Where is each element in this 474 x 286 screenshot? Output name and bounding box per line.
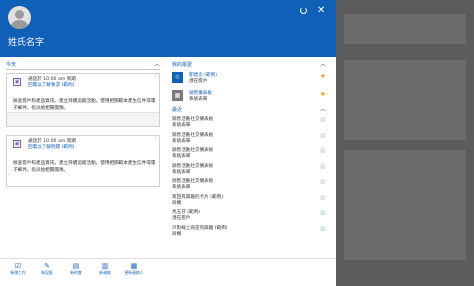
toolbar-label: 新連絡 — [99, 270, 111, 275]
update-contact-icon: ▦ — [130, 262, 138, 270]
recent-item-type: 系統表單 — [172, 185, 191, 190]
side-panel: 姓氏名字 ✕ 今天 ︿ ▣ 通話於 10:00 am 到期 回電以了解要求 (範… — [0, 0, 336, 286]
card-footer — [7, 112, 159, 126]
recent-item[interactable]: 只對線上商店有興趣 (範例) 商機 ☆ — [172, 225, 328, 241]
new-record-button[interactable]: ✎ 新記錄 — [35, 262, 59, 275]
close-icon[interactable]: ✕ — [317, 6, 325, 16]
toolbar-label: 更新連絡人 — [124, 270, 144, 275]
lead-icon: ♲ — [172, 72, 183, 83]
task-icon: ☑ — [14, 262, 22, 270]
calendar-icon: ▣ — [13, 140, 21, 148]
recent-item[interactable]: 寄回有興趣的卡片 (範例) 商機 ☆ — [172, 194, 328, 210]
new-appointment-button[interactable]: ▤ 新約會 — [64, 262, 88, 275]
card-subtitle-link[interactable]: 回電以了解問題 (範例) — [28, 144, 74, 150]
chevron-up-icon[interactable]: ︿ — [154, 61, 160, 69]
recent-item[interactable]: 銷售活動社交儀表板 系統表單 ☆ — [172, 132, 328, 148]
star-outline-icon[interactable]: ☆ — [320, 148, 326, 155]
toolbar-label: 新記錄 — [41, 270, 53, 275]
contact-icon: ▥ — [101, 262, 109, 270]
recent-item[interactable]: 銷售活動社交儀表板 系統表單 ☆ — [172, 147, 328, 163]
chevron-up-icon[interactable]: ︿ — [320, 61, 326, 69]
recent-item-type: 系統表單 — [172, 154, 191, 159]
toolbar-label: 新增工作 — [10, 270, 26, 275]
user-name: 姓氏名字 — [8, 38, 45, 48]
pinned-item[interactable]: ♲ 卸建企 (範例) 潛在客戶 ★ — [172, 72, 328, 87]
activity-card[interactable]: ▣ 通話於 10:00 am 到期 回電以了解問題 (範例) ⋮ 檢查客戶和產品… — [6, 135, 160, 187]
divider — [6, 69, 160, 70]
pinned-item[interactable]: ▦ 銷售儀表板 系統表單 ★ — [172, 90, 328, 105]
bottom-toolbar: ☑ 新增工作 ✎ 新記錄 ▤ 新約會 ▥ 新連絡 ▦ 更新連絡人 — [0, 258, 336, 286]
star-outline-icon[interactable]: ☆ — [320, 194, 326, 202]
panel-header: 姓氏名字 ✕ — [0, 0, 336, 57]
dashboard-icon: ▦ — [172, 90, 183, 101]
new-contact-button[interactable]: ▥ 新連絡 — [93, 262, 117, 275]
star-outline-icon[interactable]: ☆ — [320, 117, 326, 124]
today-section: 今天 ︿ ▣ 通話於 10:00 am 到期 回電以了解要求 (範例) ⋮ 檢查… — [6, 61, 160, 187]
card-description: 檢查客戶和產品資訊。建立持續追蹤活動。使用相關範本產生信件或電子郵件。指派給相關… — [13, 161, 156, 173]
star-outline-icon[interactable]: ☆ — [320, 225, 326, 233]
card-subtitle-link[interactable]: 回電以了解要求 (範例) — [28, 82, 74, 88]
star-filled-icon[interactable]: ★ — [320, 73, 326, 80]
toolbar-label: 新約會 — [70, 270, 82, 275]
chevron-up-icon[interactable]: ︿ — [320, 106, 326, 114]
favorites-recent-section: 我的最愛 ︿ ♲ 卸建企 (範例) 潛在客戶 ★ ▦ 銷售儀表板 系統表單 ★ … — [172, 61, 328, 240]
card-description: 檢查客戶和產品資訊。建立持續追蹤活動。使用相關範本產生信件或電子郵件。指派給相關… — [13, 99, 156, 111]
appointment-icon: ▤ — [72, 262, 80, 270]
refresh-icon[interactable] — [300, 7, 307, 14]
recent-item-type: 潛在客戶 — [172, 216, 191, 221]
recent-item-type: 商機 — [172, 200, 182, 206]
recent-item-type: 系統表單 — [172, 138, 191, 144]
recent-item[interactable]: 馬玉芬 (範例) 潛在客戶 ☆ — [172, 209, 328, 225]
recent-item-type: 系統表單 — [172, 169, 191, 175]
recent-item[interactable]: 銷售活動社交儀表板 系統表單 ☆ — [172, 178, 328, 194]
new-task-button[interactable]: ☑ 新增工作 — [6, 262, 30, 275]
pinned-item-type: 系統表單 — [189, 97, 208, 102]
today-label: 今天 — [6, 62, 17, 68]
pinned-item-type: 潛在客戶 — [189, 79, 208, 84]
background-app — [336, 0, 474, 286]
recent-label: 最近 — [172, 107, 183, 113]
more-options-icon[interactable]: ⋮ — [153, 137, 158, 142]
star-outline-icon[interactable]: ☆ — [320, 210, 326, 217]
star-outline-icon[interactable]: ☆ — [320, 163, 326, 171]
calendar-icon: ▣ — [13, 78, 21, 86]
record-icon: ✎ — [44, 262, 50, 270]
update-contact-button[interactable]: ▦ 更新連絡人 — [122, 262, 146, 275]
activity-card[interactable]: ▣ 通話於 10:00 am 到期 回電以了解要求 (範例) ⋮ 檢查客戶和產品… — [6, 73, 160, 127]
more-options-icon[interactable]: ⋮ — [153, 75, 158, 80]
star-outline-icon[interactable]: ☆ — [320, 179, 326, 186]
avatar[interactable] — [8, 6, 31, 29]
recent-item-type: 商機 — [172, 231, 182, 237]
recent-item[interactable]: 銷售活動社交儀表板 系統表單 ☆ — [172, 163, 328, 179]
recent-item-type: 系統表單 — [172, 123, 191, 128]
star-filled-icon[interactable]: ★ — [320, 91, 326, 98]
recent-item[interactable]: 銷售活動社交儀表板 系統表單 ☆ — [172, 116, 328, 132]
star-outline-icon[interactable]: ☆ — [320, 132, 326, 140]
pinned-label: 我的最愛 — [172, 62, 193, 68]
